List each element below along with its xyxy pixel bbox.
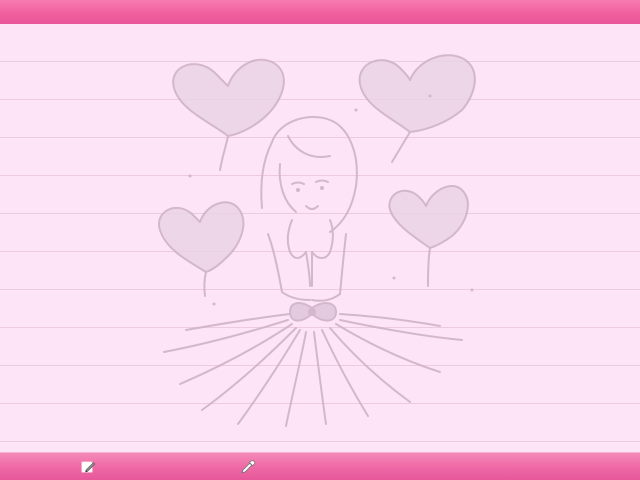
top-bar	[0, 0, 640, 24]
heart-middle-right	[388, 185, 469, 249]
edit-button[interactable]	[78, 458, 98, 476]
pencil-icon	[80, 459, 96, 475]
sketch-drawing	[158, 54, 476, 427]
heart-middle-left	[158, 201, 245, 273]
color-picker-button[interactable]	[238, 458, 258, 476]
bottom-toolbar	[0, 452, 640, 480]
heart-top-left	[172, 58, 285, 137]
eyedropper-icon	[240, 459, 256, 475]
drawing-canvas[interactable]	[0, 24, 640, 452]
heart-top-right	[358, 54, 476, 133]
